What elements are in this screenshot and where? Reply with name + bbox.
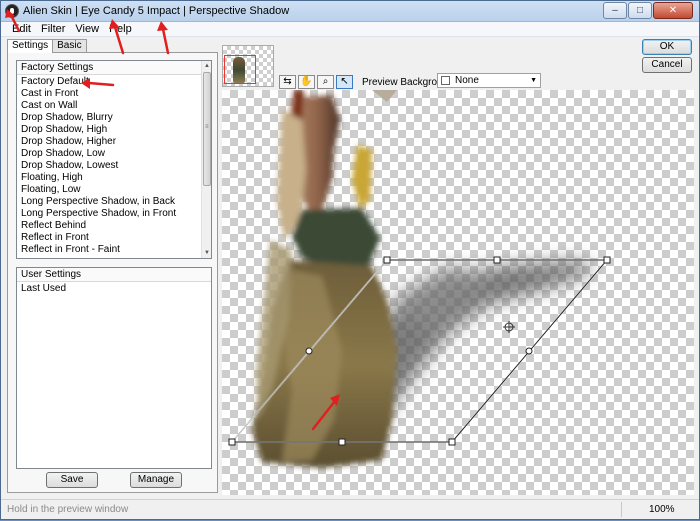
ok-button[interactable]: OK — [642, 39, 692, 55]
factory-settings-items: Factory Default Cast in Front Cast on Wall… — [17, 76, 200, 258]
menu-edit[interactable]: Edit — [7, 23, 36, 35]
settings-tabs: Settings Basic — [7, 39, 87, 53]
status-hint: Hold in the preview window — [7, 504, 129, 515]
manage-button[interactable]: Manage — [130, 472, 182, 488]
pointer-icon[interactable]: ↖ — [336, 75, 353, 89]
factory-setting-item[interactable]: Long Perspective Shadow, in Front — [17, 208, 200, 220]
preview-background-select[interactable]: None ▼ — [437, 73, 541, 88]
factory-setting-item[interactable]: Long Perspective Shadow, in Back — [17, 196, 200, 208]
status-separator — [621, 502, 622, 517]
factory-setting-item[interactable]: Reflect in Front - Faint — [17, 244, 200, 256]
chevron-down-icon: ▼ — [530, 77, 537, 84]
menu-bar: Edit Filter View Help — [1, 22, 699, 37]
preview-background-value: None — [455, 75, 479, 86]
scroll-down-arrow-icon[interactable]: ▼ — [202, 248, 212, 258]
factory-settings-header: Factory Settings — [17, 61, 211, 75]
compare-icon[interactable]: ⇆ — [279, 75, 296, 89]
thumbnail-view-frame[interactable] — [224, 55, 256, 84]
window-controls: – □ ✕ — [603, 2, 693, 19]
close-button[interactable]: ✕ — [653, 2, 693, 19]
alien-skin-app-icon — [5, 4, 19, 18]
factory-setting-item[interactable]: Reflect in Front — [17, 232, 200, 244]
save-button[interactable]: Save — [46, 472, 98, 488]
cancel-button[interactable]: Cancel — [642, 57, 692, 73]
menu-help[interactable]: Help — [104, 23, 137, 35]
title-bar: Alien Skin | Eye Candy 5 Impact | Perspe… — [1, 1, 699, 22]
minimize-button[interactable]: – — [603, 2, 627, 19]
user-settings-items: Last Used — [17, 283, 211, 468]
window-title: Alien Skin | Eye Candy 5 Impact | Perspe… — [23, 5, 290, 17]
preview-tools: ⇆ ✋ ⌕ ↖ — [279, 75, 353, 89]
factory-setting-item[interactable]: Cast in Front — [17, 88, 200, 100]
tab-settings[interactable]: Settings — [7, 39, 54, 53]
zoom-icon[interactable]: ⌕ — [317, 75, 334, 89]
preview-image — [228, 90, 611, 468]
zoom-level: 100% — [649, 504, 675, 515]
factory-setting-item[interactable]: Drop Shadow, High — [17, 124, 200, 136]
scroll-thumb[interactable]: ≡ — [203, 72, 211, 186]
scroll-up-arrow-icon[interactable]: ▲ — [202, 61, 212, 71]
factory-setting-item[interactable]: Factory Default — [17, 76, 200, 88]
user-settings-header: User Settings — [17, 268, 211, 282]
hand-icon[interactable]: ✋ — [298, 75, 315, 89]
factory-setting-item[interactable]: Floating, Low — [17, 184, 200, 196]
status-bar: Hold in the preview window 100% — [1, 499, 699, 519]
user-settings-list[interactable]: User Settings Last Used — [16, 267, 212, 469]
preview-toolbar: ⇆ ✋ ⌕ ↖ Preview Background: None ▼ — [222, 39, 634, 89]
factory-list-scrollbar[interactable]: ▲ ≡ ▼ — [201, 61, 211, 258]
factory-settings-list[interactable]: Factory Settings Factory Default Cast in … — [16, 60, 212, 259]
woman-figure — [252, 90, 397, 468]
settings-panel: Factory Settings Factory Default Cast in … — [7, 52, 218, 493]
factory-setting-item[interactable]: Drop Shadow, Lowest — [17, 160, 200, 172]
preview-canvas[interactable] — [222, 90, 694, 495]
factory-setting-item[interactable]: Drop Shadow, Low — [17, 148, 200, 160]
center-handle-icon — [503, 321, 515, 333]
menu-filter[interactable]: Filter — [36, 23, 70, 35]
top-sword-tip — [372, 90, 397, 102]
factory-setting-item[interactable]: Cast on Wall — [17, 100, 200, 112]
user-setting-item[interactable]: Last Used — [17, 283, 211, 295]
scroll-grip-icon: ≡ — [205, 124, 209, 130]
background-swatch — [441, 76, 450, 85]
eye-candy-window: Alien Skin | Eye Candy 5 Impact | Perspe… — [0, 0, 700, 520]
maximize-button[interactable]: □ — [628, 2, 652, 19]
menu-view[interactable]: View — [70, 23, 104, 35]
factory-setting-item[interactable]: Reflect Behind — [17, 220, 200, 232]
tab-basic[interactable]: Basic — [52, 39, 87, 52]
navigator-thumbnail[interactable] — [222, 45, 274, 87]
factory-setting-item[interactable]: Drop Shadow, Higher — [17, 136, 200, 148]
factory-setting-item[interactable]: Floating, High — [17, 172, 200, 184]
factory-setting-item[interactable]: Drop Shadow, Blurry — [17, 112, 200, 124]
